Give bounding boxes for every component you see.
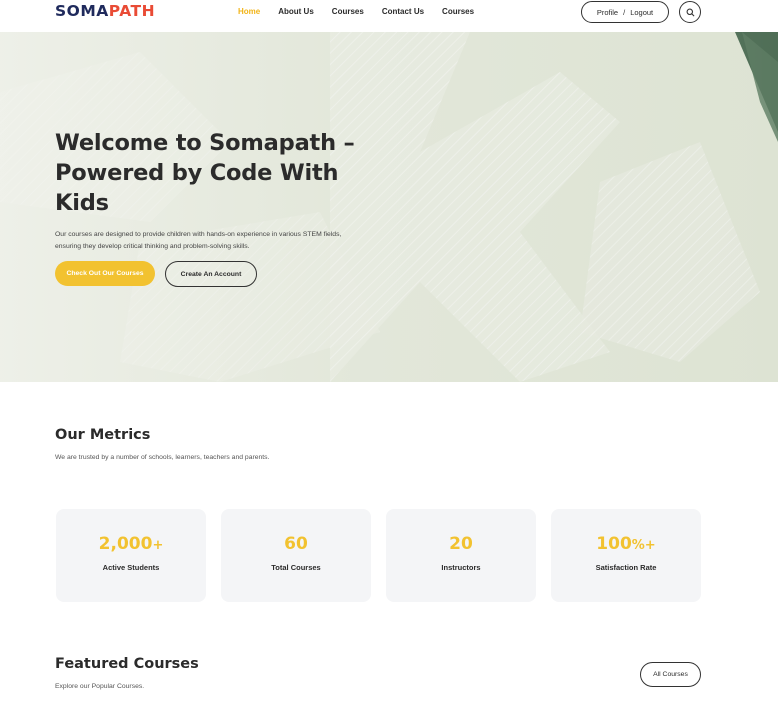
metric-value: 60 bbox=[284, 534, 308, 554]
logo[interactable]: SOMAPATH bbox=[55, 2, 155, 20]
featured-courses-subtitle: Explore our Popular Courses. bbox=[55, 683, 145, 690]
all-courses-button[interactable]: All Courses bbox=[640, 662, 701, 687]
metric-label: Instructors bbox=[441, 563, 481, 572]
metric-value: 20 bbox=[449, 534, 473, 554]
main-nav: Home About Us Courses Contact Us Courses bbox=[229, 0, 483, 32]
logo-part1: SOMA bbox=[55, 2, 109, 20]
search-icon bbox=[686, 8, 694, 16]
metric-value: 100%+ bbox=[596, 534, 656, 554]
metric-card-courses: 60 Total Courses bbox=[221, 509, 371, 602]
metric-card-instructors: 20 Instructors bbox=[386, 509, 536, 602]
metric-label: Total Courses bbox=[271, 563, 321, 572]
profile-link[interactable]: Profile bbox=[597, 8, 618, 17]
nav-courses[interactable]: Courses bbox=[323, 0, 373, 32]
check-out-courses-button[interactable]: Check Out Our Courses bbox=[55, 261, 155, 286]
metrics-subtitle: We are trusted by a number of schools, l… bbox=[55, 454, 270, 461]
site-header: SOMAPATH Home About Us Courses Contact U… bbox=[0, 0, 778, 32]
create-account-button[interactable]: Create An Account bbox=[165, 261, 257, 287]
nav-about-us[interactable]: About Us bbox=[269, 0, 323, 32]
logo-part2: PATH bbox=[108, 2, 156, 20]
nav-home[interactable]: Home bbox=[229, 0, 270, 32]
account-pill: Profile / Logout bbox=[581, 1, 669, 23]
hero-title: Welcome to Somapath – Powered by Code Wi… bbox=[55, 130, 355, 216]
hero-description: Our courses are designed to provide chil… bbox=[55, 231, 342, 250]
logout-link[interactable]: Logout bbox=[630, 8, 653, 17]
metrics-title: Our Metrics bbox=[55, 427, 151, 443]
featured-courses-title: Featured Courses bbox=[55, 656, 199, 672]
nav-contact-us[interactable]: Contact Us bbox=[373, 0, 433, 32]
metric-card-students: 2,000+ Active Students bbox=[56, 509, 206, 602]
account-separator: / bbox=[623, 7, 626, 17]
metric-value: 2,000+ bbox=[98, 534, 164, 554]
nav-courses-2[interactable]: Courses bbox=[433, 0, 483, 32]
metric-label: Active Students bbox=[102, 563, 160, 572]
metric-label: Satisfaction Rate bbox=[595, 563, 657, 572]
search-button[interactable] bbox=[679, 1, 701, 23]
metric-card-satisfaction: 100%+ Satisfaction Rate bbox=[551, 509, 701, 602]
hero-banner: Welcome to Somapath – Powered by Code Wi… bbox=[0, 32, 778, 382]
